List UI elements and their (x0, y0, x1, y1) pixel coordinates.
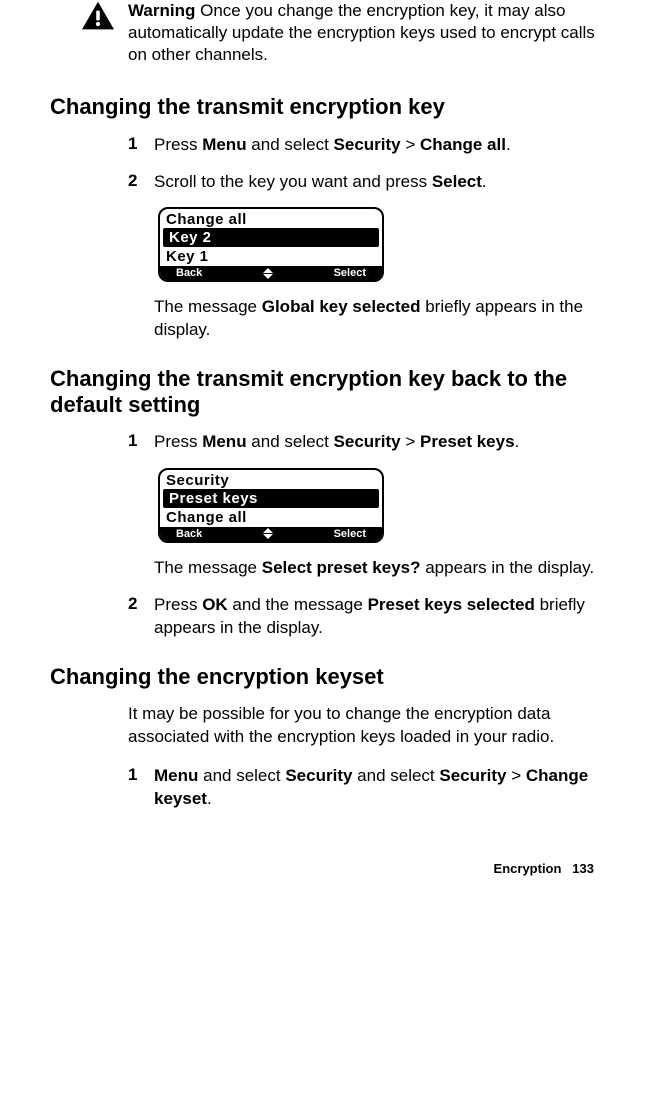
lcd-title: Security (160, 470, 382, 489)
step-2-result: The message Select preset keys? appears … (128, 557, 598, 580)
lcd-softkey-bar: Back Select (160, 527, 382, 541)
lcd-softkey-right: Select (334, 528, 366, 540)
step-3-1: 1 Menu and select Security and select Se… (128, 765, 598, 811)
footer-page: 133 (572, 861, 594, 876)
lcd-title: Change all (160, 209, 382, 228)
step-body: Menu and select Security and select Secu… (154, 765, 598, 811)
lcd-nav-arrows-icon (263, 268, 273, 279)
lcd-row: Key 1 (160, 247, 382, 266)
warning-label: Warning (128, 1, 195, 20)
intro-text: It may be possible for you to change the… (128, 703, 598, 749)
lcd-row-selected: Preset keys (163, 489, 379, 508)
step-body: Press Menu and select Security > Change … (154, 134, 511, 157)
heading-change-transmit-key: Changing the transmit encryption key (50, 94, 598, 119)
lcd-row: Change all (160, 508, 382, 527)
lcd-softkey-left: Back (176, 267, 202, 279)
lcd-softkey-right: Select (334, 267, 366, 279)
step-body: Press OK and the message Preset keys sel… (154, 594, 598, 640)
step-number: 2 (128, 171, 142, 191)
lcd-nav-arrows-icon (263, 528, 273, 539)
step-1-result: The message Global key selected briefly … (128, 296, 598, 342)
step-number: 2 (128, 594, 142, 614)
step-number: 1 (128, 431, 142, 451)
heading-change-keyset: Changing the encryption keyset (50, 664, 598, 689)
step-body: Press Menu and select Security > Preset … (154, 431, 519, 454)
warning-block: Warning Once you change the encryption k… (50, 0, 598, 66)
warning-body: Once you change the encryption key, it m… (128, 1, 595, 64)
step-2-2: 2 Press OK and the message Preset keys s… (128, 594, 598, 640)
lcd-softkey-bar: Back Select (160, 266, 382, 280)
warning-text: Warning Once you change the encryption k… (128, 0, 598, 66)
page-footer: Encryption 133 (50, 861, 598, 876)
lcd-softkey-left: Back (176, 528, 202, 540)
step-2-1: 1 Press Menu and select Security > Prese… (128, 431, 598, 454)
step-number: 1 (128, 765, 142, 785)
step-1-2: 2 Scroll to the key you want and press S… (128, 171, 598, 194)
lcd-row-selected: Key 2 (163, 228, 379, 247)
step-1-1: 1 Press Menu and select Security > Chang… (128, 134, 598, 157)
footer-section: Encryption (494, 861, 562, 876)
step-body: The message Select preset keys? appears … (154, 557, 594, 580)
step-body: The message Global key selected briefly … (154, 296, 598, 342)
lcd-screen-change-all: Change all Key 2 Key 1 Back Select (158, 207, 384, 282)
warning-icon (80, 0, 116, 32)
step-number: 1 (128, 134, 142, 154)
step-body: Scroll to the key you want and press Sel… (154, 171, 487, 194)
heading-change-back-default: Changing the transmit encryption key bac… (50, 366, 598, 417)
lcd-screen-security: Security Preset keys Change all Back Sel… (158, 468, 384, 543)
